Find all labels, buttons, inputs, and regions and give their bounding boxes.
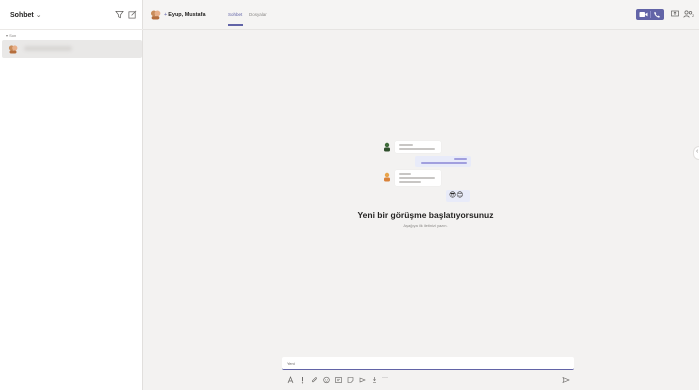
illustration-bubble [395,141,441,153]
chat-list-pane: Sohbet ⌄ ▾ Son [0,0,143,390]
chat-list-title-label: Sohbet [10,12,34,19]
call-button-group [636,9,664,20]
tab-files[interactable]: Dosyalar [249,12,267,17]
sticker-icon[interactable] [347,376,354,384]
illustration-bubble-reply [415,156,471,167]
priority-icon[interactable] [299,376,306,384]
message-input[interactable]: Yeni [282,357,574,370]
screen-share-icon[interactable] [671,10,679,18]
participant-names: Eyup, Mustafa [168,12,206,18]
person-avatar-icon [384,172,390,182]
recent-section-label[interactable]: ▾ Son [6,33,16,38]
illustration-emoji-bubble: 😎😊 [446,190,470,202]
active-tab-indicator [228,24,243,26]
send-icon[interactable] [562,376,570,384]
emoji-reaction: 😎😊 [449,191,464,199]
audio-call-icon[interactable] [653,11,661,18]
svg-text:2: 2 [692,13,695,18]
chevron-down-icon: ⌄ [35,12,42,19]
chat-item-name-redacted [24,46,72,51]
meet-icon[interactable] [359,376,366,384]
group-avatar-icon [8,45,18,54]
chat-list-header: Sohbet ⌄ [0,0,143,30]
participant-prefix: + [164,12,168,18]
empty-chat-illustration: 😎😊 [378,138,474,206]
composer-toolbar: ··· [287,375,577,386]
filter-icon[interactable] [115,10,124,19]
empty-state-title: Yeni bir görüşme başlatıyorsunuz [357,210,494,220]
format-icon[interactable] [287,376,294,384]
chevron-left-icon: ‹ [696,148,699,155]
empty-state-subtitle: Aşağıya ilk iletinizi yazın. [403,223,448,228]
attach-icon[interactable] [311,376,318,384]
person-avatar-icon [384,142,390,152]
chat-list-title[interactable]: Sohbet ⌄ [10,11,42,19]
gif-icon[interactable] [335,376,342,384]
new-chat-icon[interactable] [128,10,137,19]
message-input-placeholder: Yeni [287,361,295,366]
more-options-icon[interactable]: ··· [382,375,394,383]
chat-header: +Eyup, Mustafa Sohbet Dosyalar 2 [143,0,699,30]
tab-chat[interactable]: Sohbet [228,12,242,17]
group-avatar-icon [150,10,161,20]
video-call-icon[interactable] [639,11,648,18]
praise-icon[interactable] [371,376,378,384]
chat-list-item[interactable] [2,40,142,58]
call-divider [650,11,651,18]
people-icon[interactable]: 2 [683,10,695,18]
chat-participants[interactable]: +Eyup, Mustafa [164,12,206,18]
side-panel-toggle[interactable]: ‹ [693,146,699,160]
illustration-bubble [395,170,441,186]
emoji-icon[interactable] [323,376,330,384]
